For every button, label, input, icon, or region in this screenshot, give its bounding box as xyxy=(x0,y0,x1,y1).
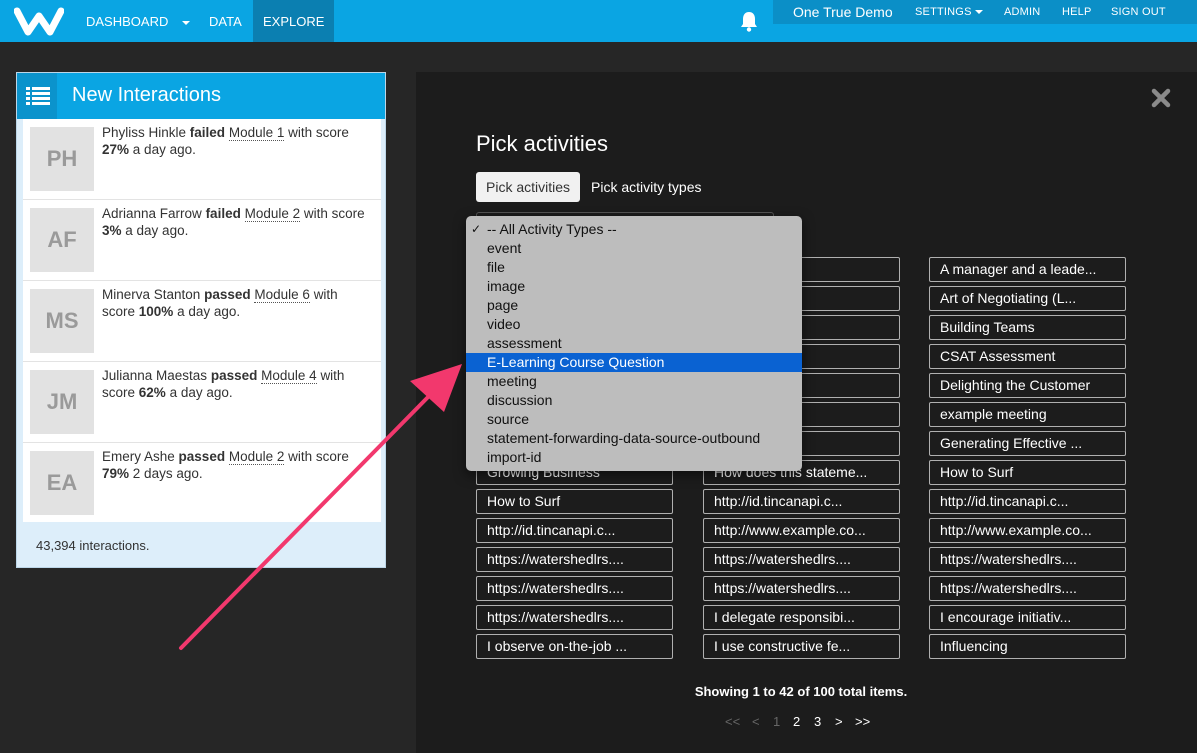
tab-pick-activity-types[interactable]: Pick activity types xyxy=(591,172,701,202)
module-link[interactable]: Module 6 xyxy=(254,287,310,303)
avatar: AF xyxy=(30,208,94,272)
activity-button[interactable]: https://watershedlrs.... xyxy=(929,576,1126,601)
module-link[interactable]: Module 2 xyxy=(228,449,285,465)
nav-data[interactable]: DATA xyxy=(209,0,242,42)
help-link[interactable]: HELP xyxy=(1062,0,1092,24)
list-item[interactable]: AF Adrianna Farrow failed Module 2 with … xyxy=(23,200,381,281)
activity-button[interactable]: I use constructive fe... xyxy=(703,634,900,659)
activity-type-dropdown: ✓ -- All Activity Types -- event file ima… xyxy=(466,216,802,471)
list-icon xyxy=(26,87,50,105)
activity-button[interactable]: Delighting the Customer xyxy=(929,373,1126,398)
admin-link[interactable]: ADMIN xyxy=(1004,0,1040,24)
activity-button[interactable]: I delegate responsibi... xyxy=(703,605,900,630)
activity-button[interactable]: http://www.example.co... xyxy=(929,518,1126,543)
panel-icon-box xyxy=(17,73,57,119)
avatar: MS xyxy=(30,289,94,353)
activity-button[interactable]: https://watershedlrs.... xyxy=(703,547,900,572)
activity-button[interactable]: https://watershedlrs.... xyxy=(476,605,673,630)
dropdown-option[interactable]: import-id xyxy=(466,448,802,467)
avatar: PH xyxy=(30,127,94,191)
watershed-logo-icon[interactable] xyxy=(14,6,64,36)
dropdown-option[interactable]: page xyxy=(466,296,802,315)
dropdown-option[interactable]: file xyxy=(466,258,802,277)
interaction-text: Adrianna Farrow failed Module 2 with sco… xyxy=(102,206,365,238)
activity-button[interactable]: How to Surf xyxy=(476,489,673,514)
activity-button[interactable]: I encourage initiativ... xyxy=(929,605,1126,630)
activity-button[interactable]: How to Surf xyxy=(929,460,1126,485)
activity-button[interactable]: http://id.tincanapi.c... xyxy=(929,489,1126,514)
chevron-down-icon xyxy=(974,10,983,15)
interaction-text: Julianna Maestas passed Module 4 with sc… xyxy=(102,368,345,400)
activity-button[interactable]: https://watershedlrs.... xyxy=(476,547,673,572)
avatar: JM xyxy=(30,370,94,434)
nav-explore[interactable]: EXPLORE xyxy=(253,0,335,42)
activity-button[interactable]: Art of Negotiating (L... xyxy=(929,286,1126,311)
activity-button[interactable]: I observe on-the-job ... xyxy=(476,634,673,659)
module-link[interactable]: Module 2 xyxy=(244,206,301,222)
activity-button[interactable]: https://watershedlrs.... xyxy=(929,547,1126,572)
modal-title: Pick activities xyxy=(476,131,609,156)
activity-button[interactable]: Influencing xyxy=(929,634,1126,659)
activity-button[interactable]: A manager and a leade... xyxy=(929,257,1126,282)
panel-header: New Interactions xyxy=(17,73,385,119)
top-navbar: DASHBOARD DATA EXPLORE One True Demo SET… xyxy=(0,0,1197,42)
avatar: EA xyxy=(30,451,94,515)
interaction-text: Minerva Stanton passed Module 6 with sco… xyxy=(102,287,338,319)
panel-title: New Interactions xyxy=(72,84,221,106)
showing-items-text: Showing 1 to 42 of 100 total items. xyxy=(694,684,908,699)
bell-icon[interactable] xyxy=(739,10,759,32)
nav-dashboard[interactable]: DASHBOARD xyxy=(86,0,168,42)
nav-dashboard-dropdown[interactable] xyxy=(182,0,190,42)
list-item[interactable]: PH Phyliss Hinkle failed Module 1 with s… xyxy=(23,119,381,200)
dropdown-option[interactable]: video xyxy=(466,315,802,334)
interaction-text: Emery Ashe passed Module 2 with score 79… xyxy=(102,449,349,481)
pagination-last[interactable]: >> xyxy=(855,714,870,729)
chevron-down-icon xyxy=(182,20,190,25)
list-item[interactable]: MS Minerva Stanton passed Module 6 with … xyxy=(23,281,381,362)
pagination-page-1: 1 xyxy=(773,714,781,729)
checkmark-icon: ✓ xyxy=(471,222,482,236)
settings-link[interactable]: SETTINGS xyxy=(915,0,983,24)
list-item[interactable]: JM Julianna Maestas passed Module 4 with… xyxy=(23,362,381,443)
account-nav: One True Demo SETTINGS ADMIN HELP SIGN O… xyxy=(773,0,1197,24)
dropdown-option[interactable]: image xyxy=(466,277,802,296)
activity-button[interactable]: https://watershedlrs.... xyxy=(703,576,900,601)
activity-button[interactable]: http://id.tincanapi.c... xyxy=(476,518,673,543)
interactions-list: PH Phyliss Hinkle failed Module 1 with s… xyxy=(23,119,381,522)
dropdown-option-highlighted[interactable]: E-Learning Course Question xyxy=(466,353,802,372)
activity-button[interactable]: Building Teams xyxy=(929,315,1126,340)
dropdown-option[interactable]: discussion xyxy=(466,391,802,410)
list-item[interactable]: EA Emery Ashe passed Module 2 with score… xyxy=(23,443,381,524)
pagination-first: << xyxy=(725,714,741,729)
pagination-page-2[interactable]: 2 xyxy=(793,714,800,729)
close-icon[interactable] xyxy=(1151,88,1171,108)
module-link[interactable]: Module 4 xyxy=(261,368,317,384)
interactions-count: 43,394 interactions. xyxy=(36,538,150,553)
sign-out-link[interactable]: SIGN OUT xyxy=(1111,0,1166,24)
dropdown-option[interactable]: meeting xyxy=(466,372,802,391)
dropdown-option[interactable]: ✓ -- All Activity Types -- xyxy=(466,220,802,239)
pagination-prev: < xyxy=(752,714,760,729)
activity-button[interactable]: http://id.tincanapi.c... xyxy=(703,489,900,514)
activity-button[interactable]: https://watershedlrs.... xyxy=(476,576,673,601)
activity-button[interactable]: Generating Effective ... xyxy=(929,431,1126,456)
dropdown-option[interactable]: assessment xyxy=(466,334,802,353)
org-name: One True Demo xyxy=(793,4,893,20)
dropdown-option[interactable]: statement-forwarding-data-source-outboun… xyxy=(466,429,802,448)
activity-button[interactable]: example meeting xyxy=(929,402,1126,427)
dropdown-option[interactable]: source xyxy=(466,410,802,429)
new-interactions-panel: New Interactions PH Phyliss Hinkle faile… xyxy=(16,72,386,568)
interaction-text: Phyliss Hinkle failed Module 1 with scor… xyxy=(102,125,349,157)
pagination-page-3[interactable]: 3 xyxy=(814,714,821,729)
pagination-next[interactable]: > xyxy=(835,714,843,729)
activity-button[interactable]: CSAT Assessment xyxy=(929,344,1126,369)
activity-button[interactable]: http://www.example.co... xyxy=(703,518,900,543)
tab-pick-activities[interactable]: Pick activities xyxy=(476,172,581,202)
module-link[interactable]: Module 1 xyxy=(228,125,285,141)
dropdown-option[interactable]: event xyxy=(466,239,802,258)
